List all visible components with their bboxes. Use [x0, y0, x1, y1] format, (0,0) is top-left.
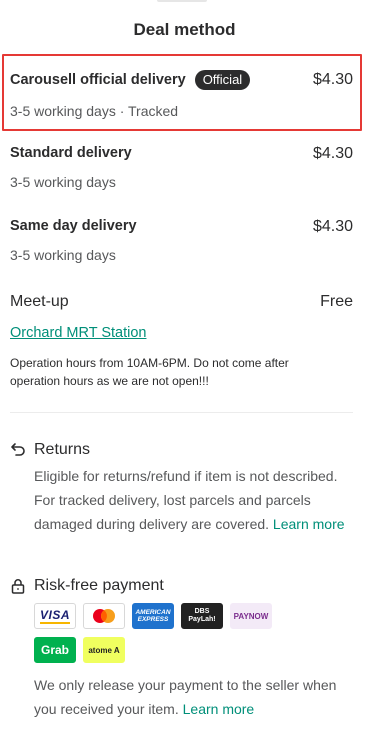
- option-price: $4.30: [312, 218, 353, 235]
- meetup-name: Meet-up: [10, 293, 69, 310]
- return-arrow-icon: [10, 442, 26, 458]
- deal-option-meetup[interactable]: Meet-up Free Orchard MRT Station Operati…: [10, 293, 353, 390]
- dbs-paylah-logo: DBS PayLah!: [181, 603, 223, 629]
- payment-text: We only release your payment to the sell…: [34, 673, 357, 721]
- returns-title: Returns: [34, 441, 91, 458]
- meetup-location-link[interactable]: Orchard MRT Station: [10, 325, 146, 341]
- mastercard-logo: [83, 603, 125, 629]
- meetup-note: Operation hours from 10AM-6PM. Do not co…: [10, 356, 289, 388]
- payment-methods-row-1: VISA AMERICAN EXPRESS DBS PayLah! PAYNOW: [34, 603, 357, 629]
- option-subtitle: 3-5 working days: [10, 247, 116, 263]
- atome-logo: atome A: [83, 637, 125, 663]
- paynow-logo: PAYNOW: [230, 603, 272, 629]
- page-title: Deal method: [133, 20, 236, 39]
- payment-section: Risk-free payment VISA AMERICAN EXPRESS …: [10, 577, 357, 721]
- option-name: Carousell official delivery: [10, 72, 186, 88]
- returns-text: Eligible for returns/refund if item is n…: [34, 464, 357, 536]
- option-price: $4.30: [312, 145, 353, 162]
- divider: [10, 412, 353, 413]
- grab-logo: Grab: [34, 637, 76, 663]
- payment-title: Risk-free payment: [34, 577, 164, 594]
- option-name: Same day delivery: [10, 218, 137, 234]
- returns-learn-more-link[interactable]: Learn more: [273, 516, 345, 532]
- returns-section: Returns Eligible for returns/refund if i…: [10, 441, 357, 536]
- amex-logo: AMERICAN EXPRESS: [132, 603, 174, 629]
- payment-learn-more-link[interactable]: Learn more: [183, 701, 255, 717]
- lock-icon: [10, 578, 26, 594]
- option-name: Standard delivery: [10, 145, 132, 161]
- payment-methods-row-2: Grab atome A: [34, 637, 357, 663]
- sheet-drag-handle[interactable]: [157, 0, 207, 2]
- deal-option-official-delivery[interactable]: Carousell official delivery Official $4.…: [10, 70, 353, 119]
- official-badge: Official: [194, 70, 251, 90]
- visa-logo: VISA: [34, 603, 76, 629]
- option-subtitle: 3-5 working days · Tracked: [10, 103, 179, 119]
- deal-option-standard-delivery[interactable]: Standard delivery $4.30 3-5 working days: [10, 145, 353, 190]
- option-name-row: Carousell official delivery Official: [10, 70, 353, 90]
- option-price: $4.30: [312, 71, 353, 88]
- option-subtitle: 3-5 working days: [10, 174, 116, 190]
- deal-option-same-day-delivery[interactable]: Same day delivery $4.30 3-5 working days: [10, 218, 353, 263]
- meetup-price: Free: [320, 293, 353, 310]
